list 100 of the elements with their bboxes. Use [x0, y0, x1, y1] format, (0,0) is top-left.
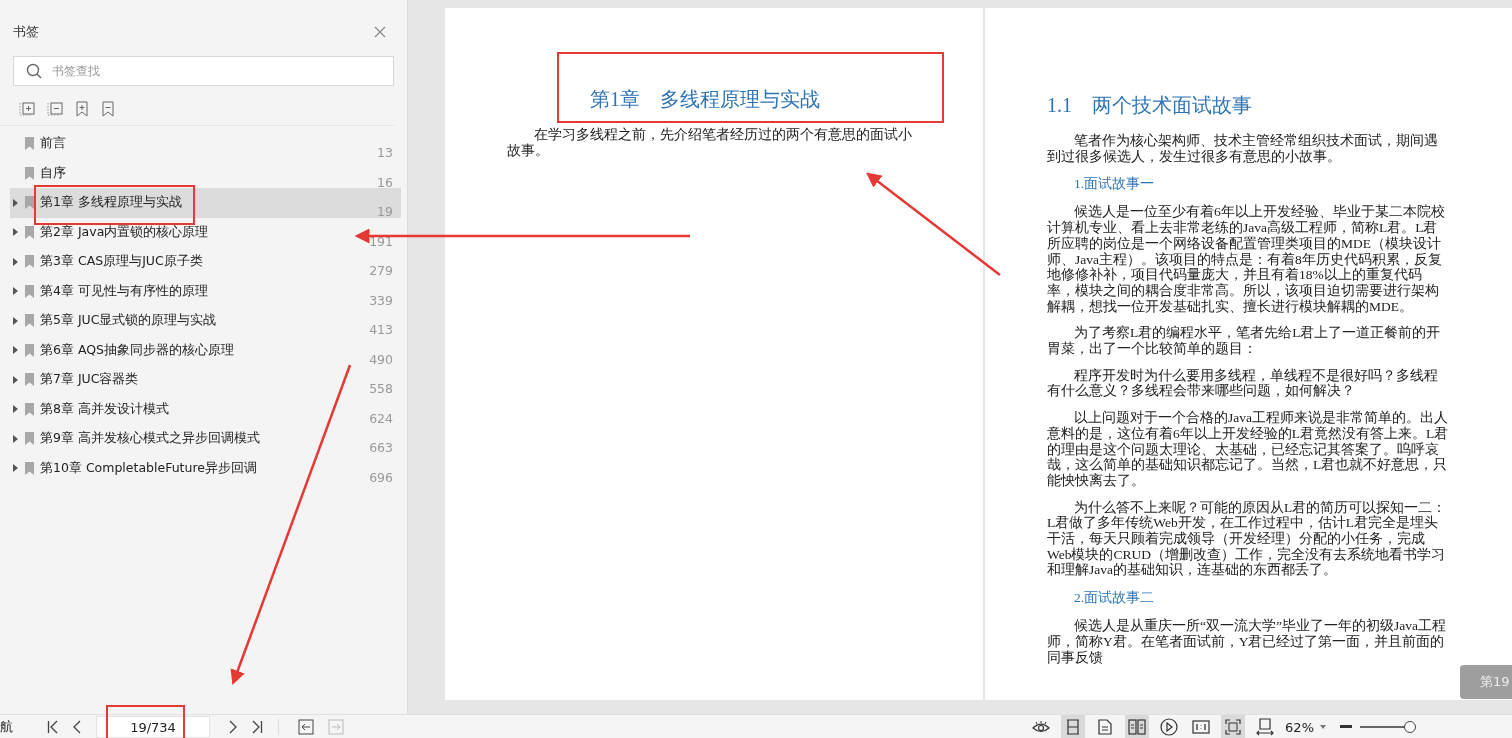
first-page-icon[interactable] [47, 720, 59, 734]
expand-arrow-icon[interactable] [13, 405, 18, 414]
page-number: 558 [369, 381, 393, 397]
expand-arrow-icon[interactable] [13, 434, 18, 443]
bookmark-label: 第3章 CAS原理与JUC原子类 [40, 253, 204, 271]
bookmark-label: 第6章 AQS抽象同步器的核心原理 [40, 341, 236, 359]
bookmark-icon [25, 432, 34, 446]
bookmark-item[interactable]: 第1章 多线程原理与实战 19 [10, 188, 401, 218]
panel-label: 航 [0, 718, 14, 736]
bookmark-icon [25, 461, 34, 475]
page-number: 624 [369, 410, 393, 426]
bookmark-icon [25, 343, 34, 357]
search-icon [26, 63, 42, 79]
bookmark-item[interactable]: 第5章 JUC显式锁的原理与实战 413 [10, 306, 401, 336]
subheading: 2.面试故事二 [1074, 589, 1156, 608]
chapter-title: 第1章 多线程原理与实战 [589, 87, 821, 112]
page-number: 663 [369, 440, 393, 456]
bookmark-item[interactable]: 第7章 JUC容器类 558 [10, 365, 401, 395]
expand-arrow-icon[interactable] [13, 375, 18, 384]
bookmark-item[interactable]: 第4章 可见性与有序性的原理 339 [10, 276, 401, 306]
caret-icon [1320, 725, 1326, 729]
page-number: 696 [369, 469, 393, 485]
close-icon[interactable] [374, 26, 386, 38]
body-paragraph: 以上问题对于一个合格的Java工程师来说是非常简单的。出人意料的是，这位有着6年以上开发经验的L君竟然没有答上来。L君的理由是这个问题太理论、太基础，已经忘记其答案了。呜呼哀哉，这么简单的基础知识都忘记了。当然，L君也就不好意思，只能怏怏离去了。 [1047, 410, 1449, 489]
eye-icon [1032, 720, 1051, 734]
bookmark-icon [25, 137, 34, 151]
expand-arrow-icon[interactable] [13, 228, 18, 237]
scroll-mode-button[interactable] [1061, 715, 1086, 738]
page-number: 13 [377, 145, 393, 161]
scroll-mode-icon [1065, 719, 1082, 735]
bookmark-item[interactable]: 第8章 高并发设计模式 624 [10, 394, 401, 424]
remove-bookmark-icon[interactable] [101, 101, 115, 117]
bookmark-icon [25, 373, 34, 387]
expand-arrow-icon[interactable] [13, 287, 18, 296]
back-icon[interactable] [298, 719, 314, 735]
bookmark-item[interactable]: 第3章 CAS原理与JUC原子类 279 [10, 247, 401, 277]
bookmark-label: 第10章 CompletableFuture异步回调 [40, 459, 258, 477]
bookmark-label: 第2章 Java内置锁的核心原理 [40, 223, 210, 241]
page-field[interactable]: 19/734 [96, 716, 210, 738]
bookmark-item[interactable]: 前言 13 [10, 129, 401, 159]
zoom-dropdown[interactable]: 62% [1281, 719, 1330, 735]
page-icon [1098, 719, 1113, 735]
bookmark-label: 第4章 可见性与有序性的原理 [40, 282, 209, 300]
zoom-out-icon[interactable] [1340, 725, 1352, 729]
expand-arrow-icon[interactable] [13, 257, 18, 266]
two-page-button[interactable] [1125, 715, 1150, 738]
bookmark-icon [25, 225, 34, 239]
last-page-icon[interactable] [251, 720, 263, 734]
fit-page-icon [1225, 719, 1242, 735]
bookmark-icon [25, 284, 34, 298]
bookmark-icon [25, 314, 34, 328]
bookmark-label: 前言 [40, 135, 67, 153]
expand-arrow-icon[interactable] [13, 346, 18, 355]
bookmark-icon [25, 166, 34, 180]
page-indicator: 第19 [1460, 665, 1512, 699]
next-page-icon[interactable] [229, 720, 237, 734]
subheading: 1.面试故事一 [1074, 175, 1156, 194]
expand-all-icon[interactable] [19, 101, 35, 117]
bookmark-icon [25, 196, 34, 210]
play-icon [1160, 718, 1179, 736]
previous-page-icon[interactable] [73, 720, 81, 734]
panel-title: 书签 [13, 23, 39, 41]
page-number: 19 [377, 204, 393, 220]
body-paragraph: 为什么答不上来呢？可能的原因从L君的简历可以探知一二：L君做了多年传统Web开发，在工作过程中，估计L君完全是埋头干活，每天只顾着完成领导（开发经理）分配的小任务，完成Web模块的CRUD（增删改查）工作，完全没有去系统地看书学习和理解Java的基础知识，连基础的东西都丢了。 [1047, 499, 1448, 579]
body-paragraph: 为了考察L君的编程水平，笔者先给L君上了一道正餐前的开胃菜，出了一个比较简单的题目： [1047, 325, 1442, 357]
actual-size-icon [1192, 720, 1211, 734]
bookmark-label: 自序 [40, 164, 67, 182]
page-number: 191 [369, 233, 393, 249]
page-number: 490 [369, 351, 393, 367]
bookmark-label: 第1章 多线程原理与实战 [40, 194, 183, 212]
bookmark-label: 第5章 JUC显式锁的原理与实战 [40, 312, 218, 330]
bookmark-item[interactable]: 第2章 Java内置锁的核心原理 191 [10, 217, 401, 247]
bookmark-item[interactable]: 第6章 AQS抽象同步器的核心原理 490 [10, 335, 401, 365]
body-paragraph: 候选人是一位至少有着6年以上开发经验、毕业于某二本院校计算机专业、看上去非常老练的Java高级工程师，简称L君。L君所应聘的岗位是一个网络设备配置管理类项目的MDE（模块设计师、Java主程）。该项目的特点是：有着8年历史代码积累，反复地修修补补，项目代码量庞大，并且有着18%以上的重复代码率，模块之间的耦合度非常高。所以，该项目迫切需要进行架构解耦，想找一位开发基础扎实、擅长进行模块解耦的MDE。 [1047, 204, 1446, 315]
bookmark-label: 第8章 高并发设计模式 [40, 400, 170, 418]
section-heading: 1.1 两个技术面试故事 [1047, 93, 1253, 118]
collapse-all-icon[interactable] [47, 101, 63, 117]
page-number: 339 [369, 292, 393, 308]
bookmark-icon [25, 402, 34, 416]
bookmark-label: 第9章 高并发核心模式之异步回调模式 [40, 430, 261, 448]
body-paragraph: 笔者作为核心架构师、技术主管经常组织技术面试，期间遇到过很多候选人，发生过很多有意思的小故事。 [1047, 133, 1439, 165]
page-number: 16 [377, 174, 393, 190]
body-paragraph: 在学习多线程之前，先介绍笔者经历过的两个有意思的面试小故事。 [507, 127, 913, 158]
bookmark-item[interactable]: 第9章 高并发核心模式之异步回调模式 663 [10, 424, 401, 454]
fit-width-icon [1256, 718, 1275, 736]
add-bookmark-icon[interactable] [75, 101, 89, 117]
search-field[interactable]: 书签查找 [13, 56, 394, 86]
page-number: 279 [369, 263, 393, 279]
expand-arrow-icon[interactable] [13, 316, 18, 325]
expand-arrow-icon[interactable] [13, 464, 18, 473]
fit-page-button[interactable] [1221, 715, 1246, 738]
bookmark-item[interactable]: 第10章 CompletableFuture异步回调 696 [10, 453, 401, 483]
page-number: 413 [369, 322, 393, 338]
expand-arrow-icon[interactable] [13, 198, 18, 207]
body-paragraph: 候选人是从重庆一所“双一流大学”毕业了一年的初级Java工程师，简称Y君。在笔者面试前，Y君已经过了第一面，并且前面的同事反馈 [1047, 618, 1447, 666]
bookmark-item[interactable]: 自序 16 [10, 158, 401, 188]
body-paragraph: 程序开发时为什么要用多线程，单线程不是很好吗？多线程有什么意义？多线程会带来哪些问题，如何解决？ [1047, 367, 1439, 400]
bookmark-icon [25, 255, 34, 269]
bookmark-label: 第7章 JUC容器类 [40, 371, 140, 389]
two-page-icon [1128, 719, 1147, 735]
